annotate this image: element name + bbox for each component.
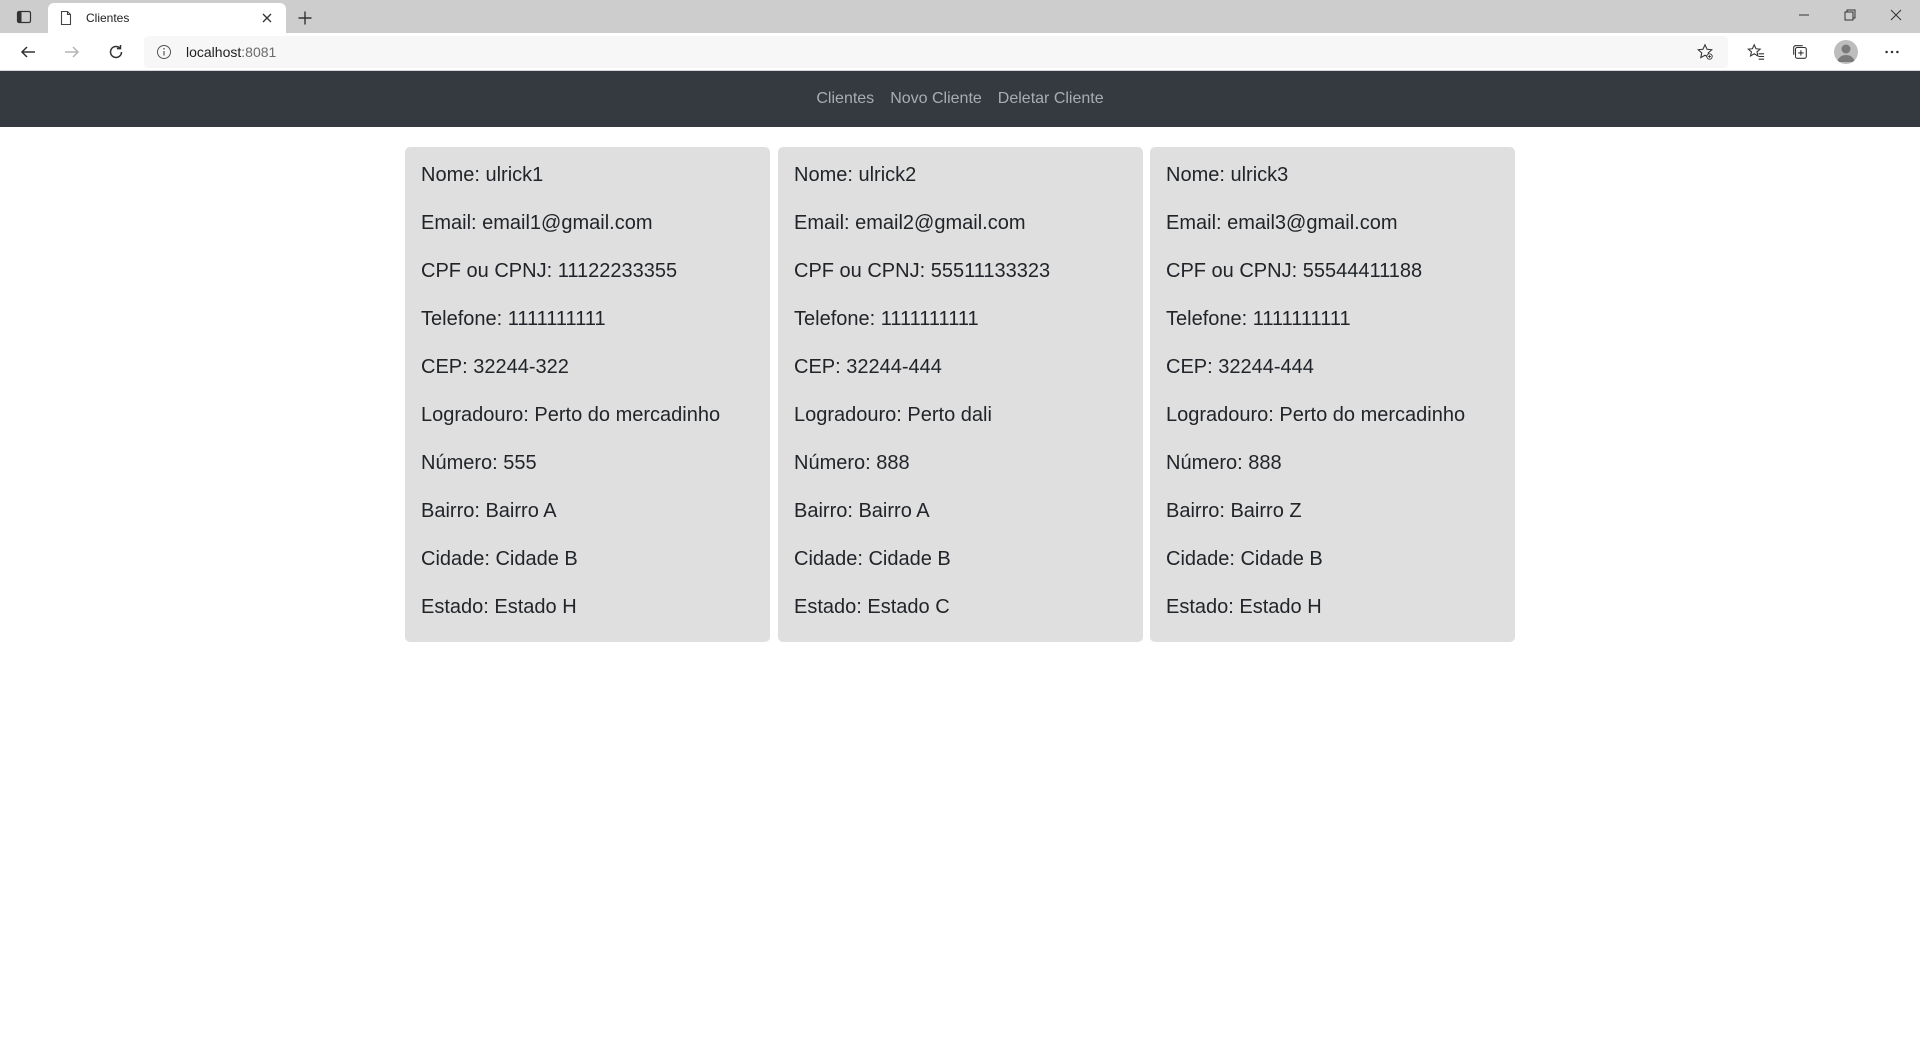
client-telefone: Telefone: 1111111111: [1166, 308, 1351, 330]
client-cidade: Cidade: Cidade B: [794, 548, 951, 570]
client-logradouro: Logradouro: Perto do mercadinho: [1166, 404, 1466, 426]
profile-avatar-icon[interactable]: [1834, 40, 1858, 64]
client-cidade: Cidade: Cidade B: [1166, 548, 1323, 570]
client-telefone: Telefone: 1111111111: [794, 308, 979, 330]
url-host: localhost: [186, 44, 242, 60]
close-window-icon[interactable]: [1873, 0, 1919, 30]
minimize-window-icon[interactable]: [1781, 0, 1827, 30]
client-cpf: CPF ou CPNJ: 55511133323: [794, 260, 1051, 282]
tab-actions-icon[interactable]: [10, 4, 38, 29]
favorites-icon[interactable]: [1743, 39, 1769, 65]
client-bairro: Bairro: Bairro A: [794, 500, 930, 522]
client-nome: Nome: ulrick3: [1166, 164, 1289, 186]
site-info-icon[interactable]: [156, 44, 172, 60]
client-bairro: Bairro: Bairro Z: [1166, 500, 1302, 522]
url-text[interactable]: localhost:8081: [186, 44, 276, 60]
client-estado: Estado: Estado H: [421, 596, 577, 618]
add-favorite-star-icon[interactable]: [1694, 41, 1716, 63]
client-card: Nome: ulrick1 Email: email1@gmail.com CP…: [405, 147, 770, 642]
client-email: Email: email1@gmail.com: [421, 212, 653, 234]
client-card-list: Nome: ulrick1 Email: email1@gmail.com CP…: [405, 147, 1515, 643]
client-estado: Estado: Estado C: [794, 596, 950, 618]
client-cep: CEP: 32244-322: [421, 356, 569, 378]
client-telefone: Telefone: 1111111111: [421, 308, 606, 330]
client-card: Nome: ulrick2 Email: email2@gmail.com CP…: [778, 147, 1143, 642]
browser-tab-bar: Clientes: [0, 0, 1920, 33]
back-arrow-icon[interactable]: [14, 38, 42, 66]
client-nome: Nome: ulrick2: [794, 164, 917, 186]
more-options-icon[interactable]: [1879, 39, 1905, 65]
restore-window-icon[interactable]: [1827, 0, 1873, 30]
tab-title: Clientes: [86, 11, 130, 25]
url-port: :8081: [241, 44, 277, 60]
reload-icon[interactable]: [102, 38, 130, 66]
close-tab-icon[interactable]: [258, 9, 276, 27]
client-logradouro: Logradouro: Perto do mercadinho: [421, 404, 721, 426]
client-logradouro: Logradouro: Perto dali: [794, 404, 992, 426]
client-numero: Número: 888: [794, 452, 910, 474]
client-cep: CEP: 32244-444: [794, 356, 942, 378]
new-tab-plus-icon[interactable]: [293, 6, 317, 30]
client-numero: Número: 888: [1166, 452, 1282, 474]
forward-arrow-icon[interactable]: [58, 38, 86, 66]
nav-link-deletar-cliente[interactable]: Deletar Cliente: [990, 90, 1112, 108]
client-cpf: CPF ou CPNJ: 55544411188: [1166, 260, 1423, 282]
page-icon: [58, 10, 74, 26]
client-nome: Nome: ulrick1: [421, 164, 544, 186]
client-card: Nome: ulrick3 Email: email3@gmail.com CP…: [1150, 147, 1515, 642]
client-email: Email: email3@gmail.com: [1166, 212, 1398, 234]
address-bar[interactable]: localhost:8081: [144, 36, 1728, 68]
client-estado: Estado: Estado H: [1166, 596, 1322, 618]
browser-tab-clientes[interactable]: Clientes: [48, 3, 286, 33]
client-email: Email: email2@gmail.com: [794, 212, 1026, 234]
nav-link-novo-cliente[interactable]: Novo Cliente: [882, 90, 990, 108]
client-bairro: Bairro: Bairro A: [421, 500, 557, 522]
collections-icon[interactable]: [1787, 39, 1813, 65]
site-navbar: Clientes Novo Cliente Deletar Cliente: [0, 71, 1920, 127]
browser-toolbar: localhost:8081: [0, 33, 1920, 71]
client-cep: CEP: 32244-444: [1166, 356, 1314, 378]
nav-link-clientes[interactable]: Clientes: [808, 90, 882, 108]
client-numero: Número: 555: [421, 452, 537, 474]
client-cidade: Cidade: Cidade B: [421, 548, 578, 570]
client-cpf: CPF ou CPNJ: 11122233355: [421, 260, 678, 282]
